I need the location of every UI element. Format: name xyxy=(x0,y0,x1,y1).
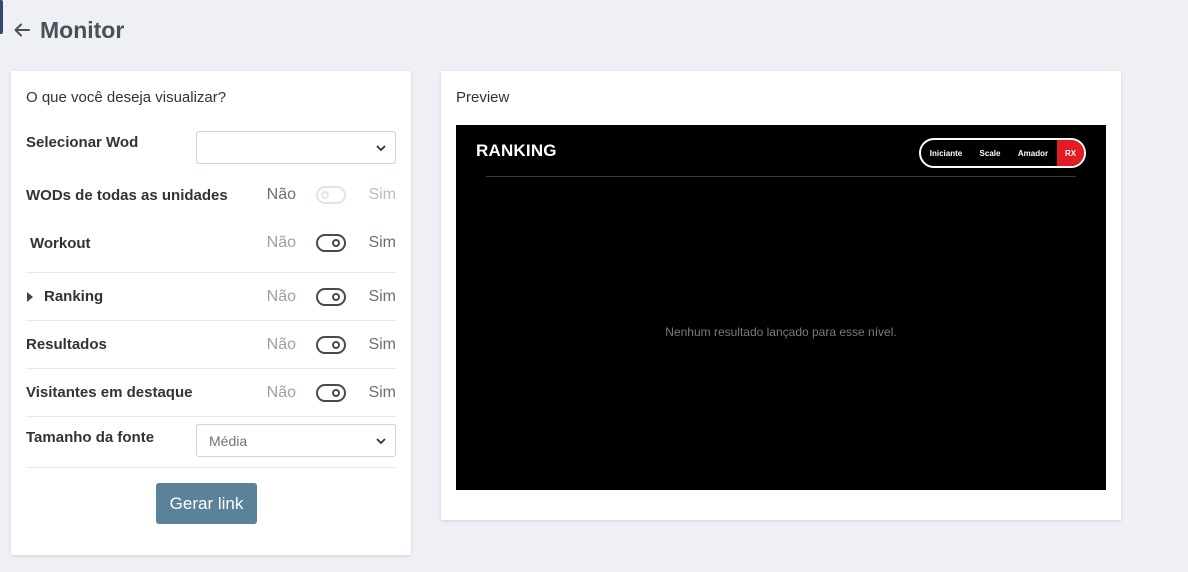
divider xyxy=(486,176,1076,177)
toggle-row-ranking: Ranking Não Sim xyxy=(26,272,396,320)
font-size-row: Tamanho da fonte Média xyxy=(26,416,396,468)
level-tabs: Iniciante Scale Amador RX xyxy=(919,138,1086,168)
page-header: Monitor xyxy=(12,16,124,44)
preview-card: Preview RANKING Iniciante Scale Amador R… xyxy=(441,71,1121,520)
select-wod-label: Selecionar Wod xyxy=(26,134,139,151)
toggle-label: WODs de todas as unidades xyxy=(26,186,228,204)
chevron-down-icon xyxy=(376,438,386,445)
results-toggle[interactable] xyxy=(316,335,346,354)
toggle-group: Não Sim xyxy=(265,335,396,354)
level-tab-iniciante[interactable]: Iniciante xyxy=(921,140,971,166)
toggle-row-results: Resultados Não Sim xyxy=(26,320,396,368)
chevron-down-icon xyxy=(376,145,386,152)
monitor-settings-card: O que você deseja visualizar? Selecionar… xyxy=(11,71,411,555)
arrow-left-icon[interactable] xyxy=(12,20,32,40)
toggle-group: Não Sim xyxy=(265,186,396,204)
sidebar-edge-tab xyxy=(0,0,3,34)
all-units-toggle[interactable] xyxy=(316,186,346,204)
ranking-title: RANKING xyxy=(476,141,557,160)
toggle-group: Não Sim xyxy=(265,287,396,306)
level-tab-amador[interactable]: Amador xyxy=(1009,140,1057,166)
generate-link-button[interactable]: Gerar link xyxy=(156,483,257,524)
font-size-label: Tamanho da fonte xyxy=(26,428,155,446)
yes-label: Sim xyxy=(368,186,396,203)
toggle-row-visitors: Visitantes em destaque Não Sim xyxy=(26,368,396,416)
no-label: Não xyxy=(266,383,296,401)
question-text: O que você deseja visualizar? xyxy=(26,89,227,106)
level-tab-rx[interactable]: RX xyxy=(1057,140,1084,166)
toggle-label[interactable]: Ranking xyxy=(44,288,103,305)
level-tab-scale[interactable]: Scale xyxy=(971,140,1009,166)
yes-label: Sim xyxy=(368,234,396,251)
no-label: Não xyxy=(266,234,296,251)
toggle-label: Workout xyxy=(30,234,91,252)
toggle-group: Não Sim xyxy=(265,234,396,252)
toggle-label: Visitantes em destaque xyxy=(26,384,193,401)
toggle-group: Não Sim xyxy=(265,383,396,402)
toggle-row-all-units: WODs de todas as unidades Não Sim xyxy=(26,183,396,207)
no-label: Não xyxy=(266,335,296,353)
toggle-row-workout: Workout Não Sim xyxy=(26,231,396,255)
ranking-toggle[interactable] xyxy=(316,287,346,306)
caret-right-icon[interactable] xyxy=(26,291,36,302)
no-label: Não xyxy=(266,287,296,305)
toggle-label: Resultados xyxy=(26,336,107,353)
empty-results-message: Nenhum resultado lançado para esse nível… xyxy=(665,325,897,339)
font-size-dropdown[interactable]: Média xyxy=(196,424,396,457)
yes-label: Sim xyxy=(368,383,396,401)
preview-label: Preview xyxy=(456,89,510,106)
select-wod-dropdown[interactable] xyxy=(196,131,396,164)
yes-label: Sim xyxy=(368,287,396,305)
page-title: Monitor xyxy=(40,16,125,43)
font-size-value: Média xyxy=(209,432,248,449)
yes-label: Sim xyxy=(368,335,396,353)
workout-toggle[interactable] xyxy=(316,234,346,252)
no-label: Não xyxy=(266,186,296,203)
select-wod-row: Selecionar Wod xyxy=(26,131,396,164)
preview-screen: RANKING Iniciante Scale Amador RX Nenhum… xyxy=(456,125,1106,490)
visitors-toggle[interactable] xyxy=(316,383,346,402)
